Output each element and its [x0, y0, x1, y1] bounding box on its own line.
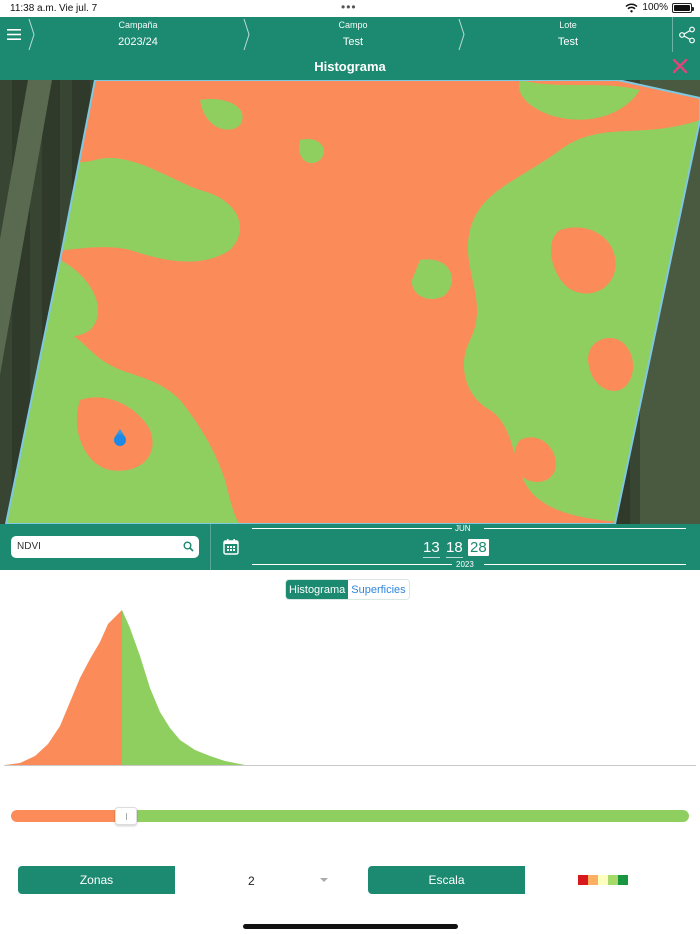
slider-handle[interactable]	[115, 807, 137, 825]
date-day-option[interactable]: 13	[423, 539, 440, 558]
tab-histograma[interactable]: Histograma	[286, 580, 349, 599]
field-value: Test	[342, 36, 364, 48]
battery-icon	[672, 2, 694, 13]
histogram-chart	[4, 610, 696, 766]
histogram-area-high	[122, 610, 260, 765]
date-rule-top-left	[252, 528, 452, 529]
battery-percent: 100%	[642, 2, 668, 13]
zones-count-select[interactable]: 2	[248, 874, 255, 888]
page-title: Histograma	[314, 59, 386, 74]
menu-button[interactable]	[0, 17, 28, 52]
slider-high-track	[126, 810, 689, 822]
chevron-right-icon	[458, 18, 465, 51]
color-scale-preview[interactable]	[578, 875, 628, 885]
campaign-selector[interactable]: Campaña 2023/24	[38, 17, 238, 52]
scale-swatch	[588, 875, 598, 885]
scale-swatch	[608, 875, 618, 885]
wifi-icon	[625, 3, 638, 12]
calendar-icon[interactable]	[222, 538, 240, 556]
tab-superficies[interactable]: Superficies	[348, 580, 409, 599]
controls-divider	[210, 524, 211, 570]
field-map[interactable]	[0, 80, 700, 524]
chevron-right-icon	[243, 18, 250, 51]
close-icon[interactable]	[670, 56, 690, 76]
date-month: JUN	[455, 524, 471, 533]
top-nav-bar: Campaña 2023/24 Campo Test Lote Test	[0, 17, 700, 52]
index-search-input[interactable]: NDVI	[11, 536, 199, 558]
date-year: 2023	[456, 560, 474, 569]
chevron-right-icon	[28, 18, 35, 51]
date-rule-top-right	[484, 528, 686, 529]
scale-swatch	[618, 875, 628, 885]
lot-value: Test	[557, 36, 579, 48]
status-day: Vie jul. 7	[59, 3, 98, 14]
zones-button[interactable]: Zonas	[18, 866, 175, 894]
threshold-slider[interactable]	[11, 807, 689, 825]
status-time: 11:38 a.m.	[10, 3, 57, 14]
campaign-label: Campaña	[118, 20, 158, 30]
share-icon	[678, 26, 695, 43]
hamburger-icon	[7, 29, 21, 40]
chevron-down-icon[interactable]	[320, 878, 328, 882]
share-button[interactable]	[672, 17, 700, 52]
scale-button[interactable]: Escala	[368, 866, 525, 894]
title-bar: Histograma	[0, 52, 700, 80]
campaign-value: 2023/24	[118, 36, 158, 48]
view-toggle: Histograma Superficies	[285, 579, 410, 600]
ndvi-zones	[6, 80, 700, 524]
date-rule-bottom-left	[252, 564, 452, 565]
scale-swatch	[578, 875, 588, 885]
date-rule-bottom-right	[484, 564, 686, 565]
scale-swatch	[598, 875, 608, 885]
index-value: NDVI	[17, 541, 41, 552]
multitask-dots[interactable]: •••	[341, 0, 357, 14]
date-day-selected[interactable]: 28	[468, 539, 489, 556]
lot-label: Lote	[559, 20, 577, 30]
home-indicator[interactable]	[243, 924, 458, 929]
satellite-background	[0, 80, 700, 524]
search-icon[interactable]	[183, 541, 194, 552]
date-day-option[interactable]: 18	[446, 539, 463, 558]
field-label: Campo	[338, 20, 368, 30]
status-bar: 11:38 a.m. Vie jul. 7 ••• 100%	[0, 0, 700, 17]
lot-selector[interactable]: Lote Test	[468, 17, 668, 52]
status-right: 100%	[625, 2, 694, 13]
map-controls-bar: NDVI JUN 13 18 28 2023	[0, 524, 700, 570]
field-selector[interactable]: Campo Test	[253, 17, 453, 52]
slider-low-track	[11, 810, 126, 822]
